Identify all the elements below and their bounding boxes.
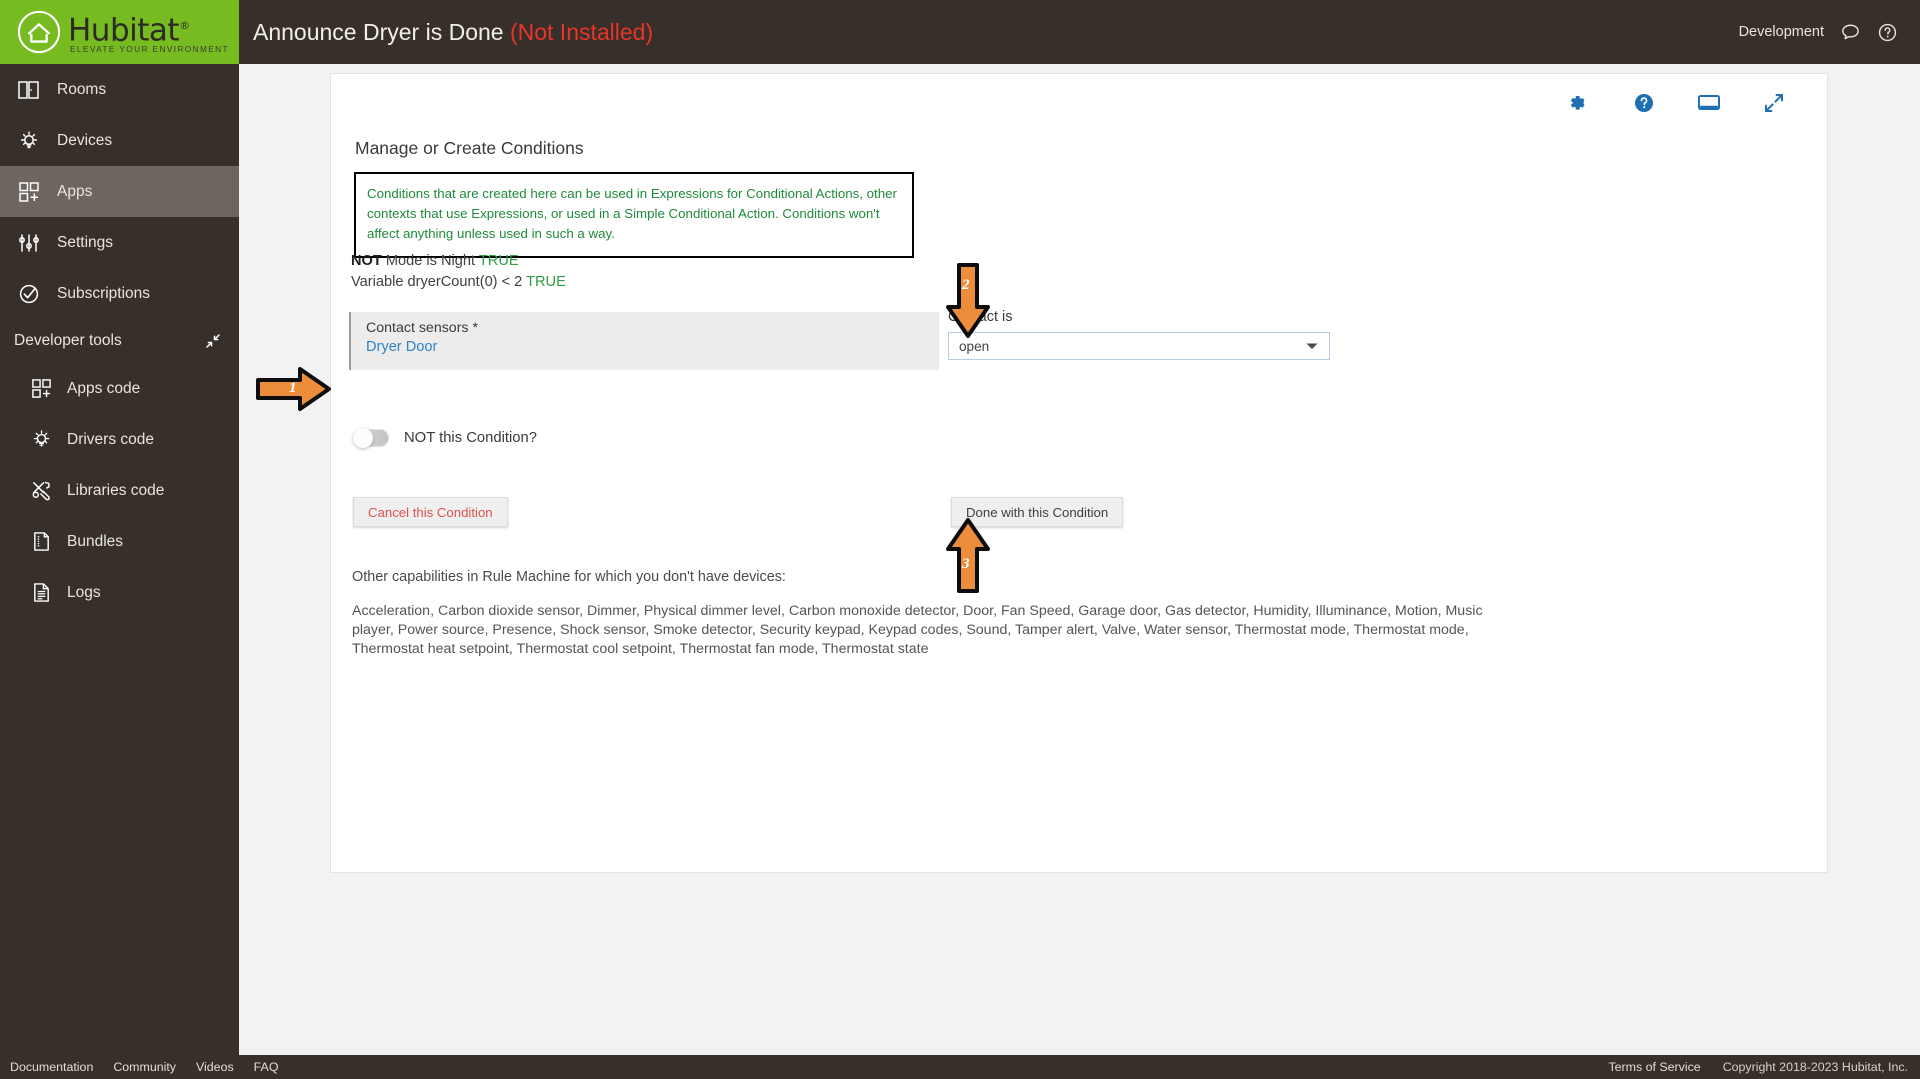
sidebar-item-label: Subscriptions (57, 284, 151, 302)
sidebar-item-devices[interactable]: Devices (0, 115, 239, 166)
help-circle-icon[interactable] (1877, 22, 1898, 43)
conditions-info-text: Conditions that are created here can be … (367, 186, 897, 241)
condition-prefix: NOT (351, 253, 382, 269)
sidebar-item-label: Devices (57, 131, 113, 149)
contact-is-label: Contact is (948, 309, 1013, 325)
tools-icon (26, 480, 56, 501)
sidebar-item-logs[interactable]: Logs (0, 567, 239, 618)
sidebar-item-bundles[interactable]: Bundles (0, 516, 239, 567)
install-status-badge: (Not Installed) (509, 18, 654, 45)
logo-registered-mark: ® (179, 19, 190, 33)
annotation-arrow-2: 2 (944, 262, 992, 345)
condition-value: TRUE (478, 253, 519, 269)
collapse-arrows-icon[interactable] (205, 333, 221, 349)
footer: Documentation Community Videos FAQ Terms… (0, 1055, 1920, 1079)
logs-file-icon (26, 582, 56, 603)
apps-grid-icon (12, 181, 46, 203)
logo-wordmark: Hubitat (68, 12, 180, 49)
hubitat-house-logo-icon (17, 10, 61, 54)
contact-sensors-label: Contact sensors * (366, 320, 478, 336)
existing-conditions-list: NOT Mode is Night TRUE Variable dryerCou… (351, 251, 566, 293)
cancel-this-condition-button[interactable]: Cancel this Condition (353, 497, 508, 527)
annotation-arrow-1-number: 1 (289, 380, 297, 396)
sidebar-item-label: Logs (67, 583, 101, 601)
condition-text: Mode is Night (381, 253, 479, 269)
sidebar-item-label: Rooms (57, 80, 107, 98)
chevron-down-icon (1305, 341, 1319, 351)
footer-copyright: Copyright 2018-2023 Hubitat, Inc. (1722, 1060, 1908, 1074)
hub-name-label: Development (1738, 24, 1824, 40)
section-title: Manage or Create Conditions (355, 138, 584, 158)
sidebar-section-developer-tools[interactable]: Developer tools (0, 319, 239, 363)
apps-grid-icon (26, 378, 56, 399)
not-this-condition-toggle[interactable] (353, 428, 389, 448)
contact-sensors-field[interactable]: Contact sensors * Dryer Door (349, 312, 939, 370)
sidebar-item-label: Apps (57, 182, 93, 200)
sidebar-item-rooms[interactable]: Rooms (0, 64, 239, 115)
device-bulb-icon (26, 429, 56, 450)
conditions-info-box: Conditions that are created here can be … (354, 172, 914, 258)
toggle-knob (353, 428, 373, 448)
other-capabilities-list: Acceleration, Carbon dioxide sensor, Dim… (352, 603, 1483, 657)
hubitat-logo[interactable]: Hubitat® ELEVATE YOUR ENVIRONMENT (0, 0, 239, 64)
sidebar-item-label: Drivers code (67, 430, 154, 448)
sidebar-item-subscriptions[interactable]: Subscriptions (0, 268, 239, 319)
top-bar: Announce Dryer is Done (Not Installed) D… (239, 0, 1920, 64)
page-title-text: Announce Dryer is Done (253, 18, 504, 45)
contact-is-dropdown[interactable]: open (948, 332, 1330, 360)
contact-sensors-value[interactable]: Dryer Door (366, 339, 939, 355)
footer-link-terms-of-service[interactable]: Terms of Service (1608, 1060, 1700, 1074)
condition-line: NOT Mode is Night TRUE (351, 251, 566, 272)
rooms-icon (12, 80, 46, 100)
other-capabilities-title: Other capabilities in Rule Machine for w… (352, 569, 786, 585)
logo-tagline: ELEVATE YOUR ENVIRONMENT (70, 44, 229, 54)
main-content-area: Manage or Create Conditions Conditions t… (239, 64, 1920, 1055)
gear-icon[interactable] (1569, 92, 1591, 114)
hubitat-app-window: Hubitat® ELEVATE YOUR ENVIRONMENT Rooms (0, 0, 1920, 1079)
sidebar-item-label: Settings (57, 233, 114, 251)
expand-arrows-icon[interactable] (1763, 92, 1785, 114)
sidebar-item-apps-code[interactable]: Apps code (0, 363, 239, 414)
annotation-arrow-3-number: 3 (962, 556, 970, 572)
annotation-arrow-2-number: 2 (962, 277, 970, 293)
bundle-file-icon (26, 531, 56, 552)
footer-link-community[interactable]: Community (113, 1060, 176, 1074)
footer-link-documentation[interactable]: Documentation (10, 1060, 93, 1074)
app-config-card: Manage or Create Conditions Conditions t… (330, 73, 1828, 873)
card-toolbar-icons (1569, 92, 1785, 114)
condition-text: Variable dryerCount(0) < 2 (351, 274, 527, 290)
footer-link-videos[interactable]: Videos (196, 1060, 234, 1074)
sidebar-section-label: Developer tools (14, 332, 122, 349)
not-this-condition-row: NOT this Condition? (353, 428, 537, 448)
footer-links: Documentation Community Videos FAQ (0, 1060, 278, 1074)
sidebar-item-libraries-code[interactable]: Libraries code (0, 465, 239, 516)
footer-link-faq[interactable]: FAQ (254, 1060, 279, 1074)
condition-line: Variable dryerCount(0) < 2 TRUE (351, 272, 566, 293)
sidebar-item-apps[interactable]: Apps (0, 166, 239, 217)
sidebar-item-label: Apps code (67, 379, 141, 397)
not-this-condition-label: NOT this Condition? (404, 430, 537, 446)
top-bar-right: Development (1739, 22, 1920, 43)
sidebar-item-settings[interactable]: Settings (0, 217, 239, 268)
footer-legal: Terms of Service Copyright 2018-2023 Hub… (1608, 1060, 1920, 1074)
sliders-icon (12, 232, 46, 254)
sidebar-item-label: Bundles (67, 532, 124, 550)
sidebar: Hubitat® ELEVATE YOUR ENVIRONMENT Rooms (0, 0, 239, 1079)
condition-value: TRUE (526, 274, 566, 290)
page-title: Announce Dryer is Done (Not Installed) (253, 19, 653, 46)
help-circle-icon[interactable] (1633, 92, 1655, 114)
device-bulb-icon (12, 130, 46, 152)
annotation-arrow-1: 1 (255, 365, 333, 418)
sidebar-item-drivers-code[interactable]: Drivers code (0, 414, 239, 465)
chat-bubble-icon[interactable] (1840, 22, 1861, 43)
check-circle-icon (12, 283, 46, 305)
monitor-icon[interactable] (1697, 93, 1721, 113)
sidebar-item-label: Libraries code (67, 481, 165, 499)
annotation-arrow-3: 3 (944, 516, 992, 599)
contact-is-group: Contact is open (948, 309, 1333, 360)
